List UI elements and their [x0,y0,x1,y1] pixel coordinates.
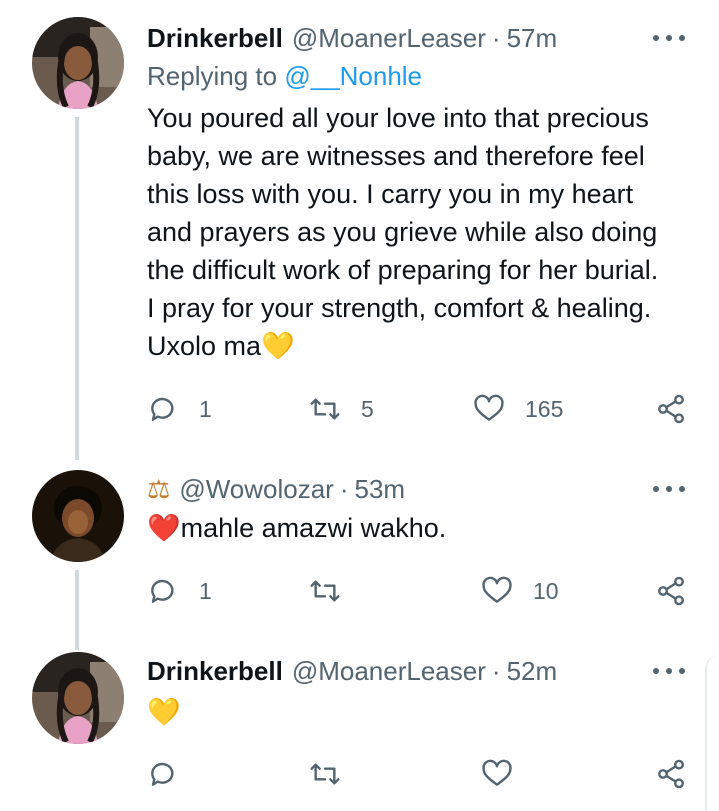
retweet-icon [310,398,340,420]
tweet-text: 💛 [147,697,181,727]
like-count: 165 [525,395,564,422]
tweet-header: Drinkerbell @MoanerLeaser · 57m [147,20,689,56]
replying-to: Replying to @__Nonhle [147,61,689,93]
display-name[interactable]: ⚖ [147,474,170,505]
reply-icon [151,762,174,786]
reply-button[interactable]: 1 [147,389,212,429]
share-button[interactable] [655,389,687,429]
retweet-button[interactable] [309,754,361,794]
avatar[interactable] [32,17,124,109]
user-handle[interactable]: @Wowolozar [179,474,334,505]
tweet-actions: 1 10 [147,571,695,611]
thread-line [75,117,79,460]
reply-button[interactable]: 1 [147,571,212,611]
mention-link[interactable]: @__Nonhle [284,61,422,91]
display-name[interactable]: Drinkerbell [147,656,283,687]
share-icon [658,576,684,606]
retweet-button[interactable]: 5 [309,389,374,429]
tweet-header: Drinkerbell @MoanerLeaser · 52m [147,653,689,689]
more-icon[interactable] [653,20,685,56]
like-button[interactable]: 165 [473,389,563,429]
tweet-header: ⚖ @Wowolozar · 53m [147,471,689,507]
share-button[interactable] [655,754,687,794]
reply-icon [151,397,174,421]
separator-dot: · [491,22,501,53]
replying-to-label: Replying to [147,61,278,91]
tweet[interactable]: Drinkerbell @MoanerLeaser · 57m Replying… [0,0,719,460]
reply-button[interactable] [147,754,199,794]
like-count: 10 [533,577,559,604]
retweet-icon [310,580,340,602]
reply-icon [151,579,174,603]
tweet[interactable]: ⚖ @Wowolozar · 53m ❤️mahle amazwi wakho.… [0,460,719,650]
timestamp[interactable]: 57m [507,23,558,54]
tweet-actions [147,754,695,794]
more-icon[interactable] [653,653,685,689]
thread-line [75,570,79,650]
reply-count: 1 [199,577,212,604]
separator-dot: · [491,655,501,686]
like-button[interactable] [481,754,533,794]
share-button[interactable] [655,571,687,611]
timestamp[interactable]: 53m [355,474,406,505]
retweet-count: 5 [361,395,374,422]
avatar[interactable] [32,652,124,744]
heart-icon [474,394,504,421]
more-icon[interactable] [653,471,685,507]
avatar[interactable] [32,470,124,562]
tweet-text: You poured all your love into that preci… [147,103,659,361]
share-icon [658,759,684,789]
tweet-actions: 1 5 165 [147,389,695,429]
display-name[interactable]: Drinkerbell [147,23,283,54]
tweet-text: ❤️mahle amazwi wakho. [147,513,447,543]
reply-count: 1 [199,395,212,422]
user-handle[interactable]: @MoanerLeaser [292,23,486,54]
retweet-icon [310,763,340,785]
scroll-edge [705,655,719,811]
like-button[interactable]: 10 [481,571,559,611]
share-icon [658,394,684,424]
user-handle[interactable]: @MoanerLeaser [292,656,486,687]
separator-dot: · [339,473,349,504]
heart-icon [482,576,512,603]
timestamp[interactable]: 52m [507,656,558,687]
retweet-button[interactable] [309,571,361,611]
heart-icon [482,759,512,786]
tweet[interactable]: Drinkerbell @MoanerLeaser · 52m 💛 [0,650,719,811]
